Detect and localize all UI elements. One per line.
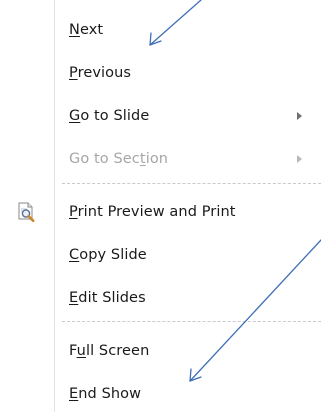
menu-item-print-preview[interactable]: Print Preview and Print bbox=[0, 194, 321, 230]
slideshow-context-menu: Next Previous Go to Slide Go to Section … bbox=[0, 0, 321, 412]
menu-item-label: Next bbox=[69, 22, 104, 38]
menu-item-end-show[interactable]: End Show bbox=[0, 376, 321, 412]
menu-item-edit-slides[interactable]: Edit Slides bbox=[0, 280, 321, 316]
access-key: E bbox=[69, 290, 79, 306]
menu-item-go-to-section: Go to Section bbox=[0, 141, 321, 177]
menu-item-label: Copy Slide bbox=[69, 247, 147, 263]
access-key: u bbox=[76, 343, 86, 359]
print-preview-icon bbox=[16, 201, 38, 223]
menu-item-label: Print Preview and Print bbox=[69, 204, 236, 220]
menu-item-label: Previous bbox=[69, 65, 132, 81]
menu-item-next[interactable]: Next bbox=[0, 12, 321, 48]
menu-item-go-to-slide[interactable]: Go to Slide bbox=[0, 98, 321, 134]
menu-separator bbox=[62, 321, 321, 322]
menu-item-label: Go to Slide bbox=[69, 108, 150, 124]
menu-item-label: Edit Slides bbox=[69, 290, 146, 306]
access-key: G bbox=[69, 108, 81, 124]
menu-item-full-screen[interactable]: Full Screen bbox=[0, 333, 321, 369]
access-key: E bbox=[69, 386, 79, 402]
menu-item-label: End Show bbox=[69, 386, 142, 402]
menu-item-label: Full Screen bbox=[69, 343, 150, 359]
access-key: P bbox=[69, 204, 78, 220]
access-key: N bbox=[69, 22, 80, 38]
menu-separator bbox=[62, 183, 321, 184]
submenu-arrow-icon bbox=[297, 155, 302, 163]
menu-item-previous[interactable]: Previous bbox=[0, 55, 321, 91]
access-key: P bbox=[69, 65, 78, 81]
menu-item-label: Go to Section bbox=[69, 151, 169, 167]
menu-item-copy-slide[interactable]: Copy Slide bbox=[0, 237, 321, 273]
submenu-arrow-icon bbox=[297, 112, 302, 120]
access-key: C bbox=[69, 247, 80, 263]
